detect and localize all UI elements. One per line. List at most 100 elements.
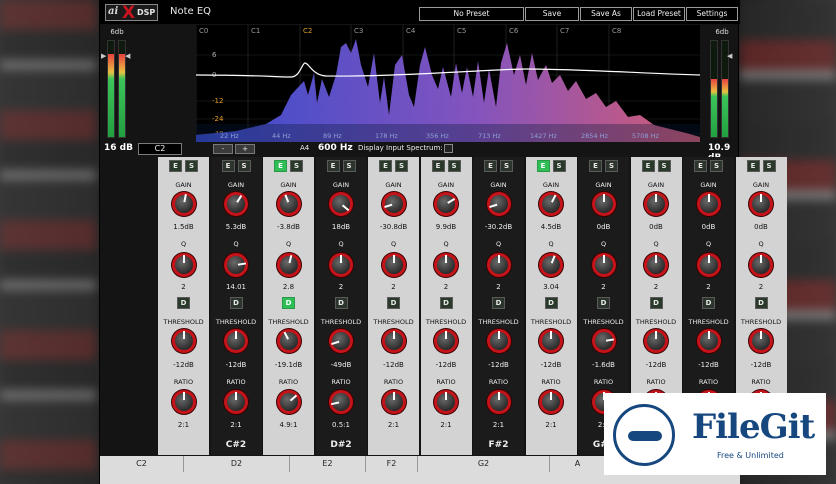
dynamic-mode-button[interactable]: D <box>544 297 558 309</box>
keyboard-note-f2[interactable]: F2 <box>366 456 418 472</box>
q-knob[interactable] <box>434 253 458 277</box>
keyboard-note-d2[interactable]: D2 <box>184 456 290 472</box>
gain-knob[interactable] <box>696 192 721 216</box>
keyboard-note-c2[interactable]: C2 <box>100 456 184 472</box>
ratio-knob[interactable] <box>381 390 406 414</box>
gain-knob[interactable] <box>434 192 458 216</box>
dynamic-mode-button[interactable]: D <box>754 297 768 309</box>
gain-knob[interactable] <box>644 192 668 216</box>
band-solo-button[interactable]: S <box>657 160 671 172</box>
band-enable-button[interactable]: E <box>694 160 707 172</box>
band-enable-button[interactable]: E <box>484 160 497 172</box>
ratio-knob[interactable] <box>276 390 301 414</box>
q-knob[interactable] <box>644 253 668 277</box>
dynamic-mode-button[interactable]: D <box>229 297 243 309</box>
input-threshold-arrow-icon-right[interactable]: ◀ <box>125 52 130 60</box>
ratio-knob[interactable] <box>539 390 563 414</box>
reference-frequency[interactable]: 600 Hz <box>318 143 353 153</box>
band-solo-button[interactable]: S <box>710 160 723 172</box>
band-enable-button[interactable]: E <box>379 160 392 172</box>
dynamic-mode-button[interactable]: D <box>702 297 715 309</box>
band-solo-button[interactable]: S <box>447 160 461 172</box>
note-selector[interactable]: C2 <box>138 143 182 155</box>
q-knob[interactable] <box>486 253 511 277</box>
settings-button[interactable]: Settings <box>686 7 738 21</box>
save-as-button[interactable]: Save As <box>580 7 632 21</box>
note-minus-button[interactable]: - <box>213 144 233 154</box>
threshold-knob[interactable] <box>539 329 563 353</box>
display-input-spectrum-checkbox[interactable] <box>444 144 453 153</box>
band-enable-button[interactable]: E <box>221 160 235 172</box>
threshold-knob[interactable] <box>381 329 406 353</box>
threshold-knob[interactable] <box>486 329 511 353</box>
band-solo-button[interactable]: S <box>237 160 251 172</box>
gain-knob[interactable] <box>381 192 406 216</box>
band-solo-button[interactable]: S <box>342 160 356 172</box>
q-knob[interactable] <box>381 253 406 277</box>
q-knob[interactable] <box>749 253 773 277</box>
threshold-knob[interactable] <box>696 329 721 353</box>
output-threshold-arrow-icon[interactable]: ◀ <box>727 52 732 60</box>
band-enable-button[interactable]: E <box>589 160 602 172</box>
q-knob[interactable] <box>696 253 721 277</box>
keyboard-note-e2[interactable]: E2 <box>290 456 366 472</box>
band-enable-button[interactable]: E <box>274 160 287 172</box>
gain-knob[interactable] <box>749 192 773 216</box>
threshold-knob[interactable] <box>591 329 616 353</box>
band-solo-button[interactable]: S <box>552 160 566 172</box>
spectrum-analyzer[interactable]: C0C1C2C3C4C5C6C7C860-12-24-4822 Hz44 Hz8… <box>196 25 700 142</box>
threshold-knob[interactable] <box>434 329 458 353</box>
q-knob[interactable] <box>329 253 353 277</box>
save-button[interactable]: Save <box>525 7 579 21</box>
threshold-knob[interactable] <box>749 329 773 353</box>
gain-knob[interactable] <box>224 192 248 216</box>
dynamic-mode-button[interactable]: D <box>597 297 610 309</box>
dynamic-mode-button[interactable]: D <box>177 297 190 309</box>
note-plus-button[interactable]: + <box>235 144 255 154</box>
band-solo-button[interactable]: S <box>185 160 198 172</box>
band-solo-button[interactable]: S <box>500 160 513 172</box>
gain-knob[interactable] <box>329 192 353 216</box>
preset-selector[interactable]: No Preset <box>419 7 524 21</box>
gain-knob[interactable] <box>171 192 196 216</box>
band-solo-button[interactable]: S <box>762 160 776 172</box>
threshold-knob[interactable] <box>171 329 196 353</box>
gain-knob[interactable] <box>539 192 563 216</box>
q-knob[interactable] <box>591 253 616 277</box>
threshold-knob[interactable] <box>329 329 353 353</box>
q-knob[interactable] <box>276 253 301 277</box>
gain-knob[interactable] <box>276 192 301 216</box>
dynamic-mode-button[interactable]: D <box>439 297 453 309</box>
band-enable-button[interactable]: E <box>641 160 655 172</box>
ratio-knob[interactable] <box>434 390 458 414</box>
band-enable-button[interactable]: E <box>169 160 182 172</box>
threshold-knob[interactable] <box>276 329 301 353</box>
q-knob[interactable] <box>224 253 248 277</box>
keyboard-note-a2[interactable]: A <box>550 456 606 472</box>
band-enable-button[interactable]: E <box>536 160 550 172</box>
gain-knob[interactable] <box>486 192 511 216</box>
gain-knob[interactable] <box>591 192 616 216</box>
load-preset-button[interactable]: Load Preset <box>633 7 685 21</box>
band-enable-button[interactable]: E <box>431 160 445 172</box>
ratio-knob[interactable] <box>224 390 248 414</box>
keyboard-note-g2[interactable]: G2 <box>418 456 550 472</box>
band-enable-button[interactable]: E <box>326 160 340 172</box>
ratio-knob[interactable] <box>171 390 196 414</box>
band-solo-button[interactable]: S <box>290 160 303 172</box>
ratio-knob[interactable] <box>329 390 353 414</box>
band-enable-button[interactable]: E <box>746 160 760 172</box>
threshold-knob[interactable] <box>644 329 668 353</box>
dynamic-mode-button[interactable]: D <box>282 297 295 309</box>
dynamic-mode-button[interactable]: D <box>492 297 505 309</box>
dynamic-mode-button[interactable]: D <box>334 297 348 309</box>
threshold-knob[interactable] <box>224 329 248 353</box>
dynamic-mode-button[interactable]: D <box>649 297 663 309</box>
q-knob[interactable] <box>539 253 563 277</box>
input-threshold-arrow-icon[interactable]: ▶ <box>101 52 106 60</box>
dynamic-mode-button[interactable]: D <box>387 297 400 309</box>
ratio-knob[interactable] <box>486 390 511 414</box>
band-solo-button[interactable]: S <box>395 160 408 172</box>
q-knob[interactable] <box>171 253 196 277</box>
band-solo-button[interactable]: S <box>605 160 618 172</box>
